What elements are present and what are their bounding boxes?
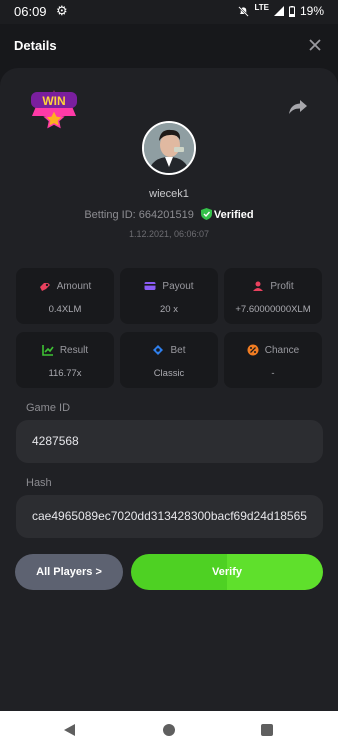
win-badge-icon: WIN (31, 90, 77, 129)
share-icon[interactable] (288, 98, 308, 116)
recent-apps-icon[interactable] (261, 724, 273, 736)
stat-payout: Payout 20 x (120, 268, 218, 324)
win-badge-text: WIN (42, 94, 65, 108)
system-nav-bar (0, 711, 338, 750)
stat-value: 20 x (160, 304, 178, 315)
stat-label: Amount (56, 280, 92, 292)
all-players-button[interactable]: All Players > (15, 554, 123, 590)
stat-value: - (271, 368, 275, 379)
home-icon[interactable] (163, 724, 175, 736)
network-type: LTE (254, 2, 269, 12)
stat-label: Bet (170, 344, 186, 356)
back-icon[interactable] (64, 724, 75, 736)
payout-card-icon (144, 282, 156, 290)
hash-field[interactable]: cae4965089ec7020dd313428300bacf69d24d185… (16, 495, 323, 538)
status-indicators: LTE 19% (238, 2, 324, 18)
close-icon[interactable] (306, 36, 324, 54)
stat-profit: Profit +7.60000000XLM (224, 268, 322, 324)
stat-label: Profit (270, 280, 294, 292)
bet-timestamp: 1.12.2021, 06:06:07 (128, 229, 210, 239)
status-time: 06:09 (14, 4, 47, 19)
amount-icon (39, 283, 50, 291)
stat-amount: Amount 0.4XLM (16, 268, 114, 324)
gear-icon: ⚙ (56, 3, 68, 18)
mute-notification-icon (238, 5, 250, 17)
stat-bet: Bet Classic (120, 332, 218, 388)
verify-button[interactable]: Verify (131, 554, 323, 590)
shield-check-icon (200, 208, 212, 220)
stat-value: Classic (153, 368, 185, 379)
profit-icon (253, 281, 264, 291)
betting-id-value: 664201519 (138, 209, 194, 221)
username: wiecek1 (149, 188, 189, 200)
stat-label: Payout (162, 280, 194, 292)
hash-label: Hash (26, 477, 52, 489)
battery-level: 19% (299, 4, 324, 18)
battery-icon (288, 5, 295, 17)
signal-icon (273, 6, 284, 16)
betting-id-label: Betting ID: (84, 209, 136, 221)
stat-value: +7.60000000XLM (235, 304, 311, 315)
status-bar: 06:09 ⚙ LTE 19% (0, 0, 338, 24)
result-chart-icon (42, 345, 54, 356)
stat-value: 0.4XLM (48, 304, 82, 315)
verified-label: Verified (213, 209, 254, 221)
game-id-label: Game ID (26, 402, 71, 414)
stat-label: Result (59, 344, 89, 356)
stat-value: 116.77x (48, 368, 82, 379)
chance-icon (247, 344, 259, 356)
stat-result: Result 116.77x (16, 332, 114, 388)
avatar (142, 121, 196, 175)
game-id-field[interactable]: 4287568 (16, 420, 323, 463)
betting-id-row: Betting ID: 664201519 Verified (0, 208, 338, 221)
bet-icon (153, 345, 164, 355)
page-title: Details (14, 38, 57, 53)
stat-chance: Chance - (224, 332, 322, 388)
stat-label: Chance (264, 344, 300, 356)
